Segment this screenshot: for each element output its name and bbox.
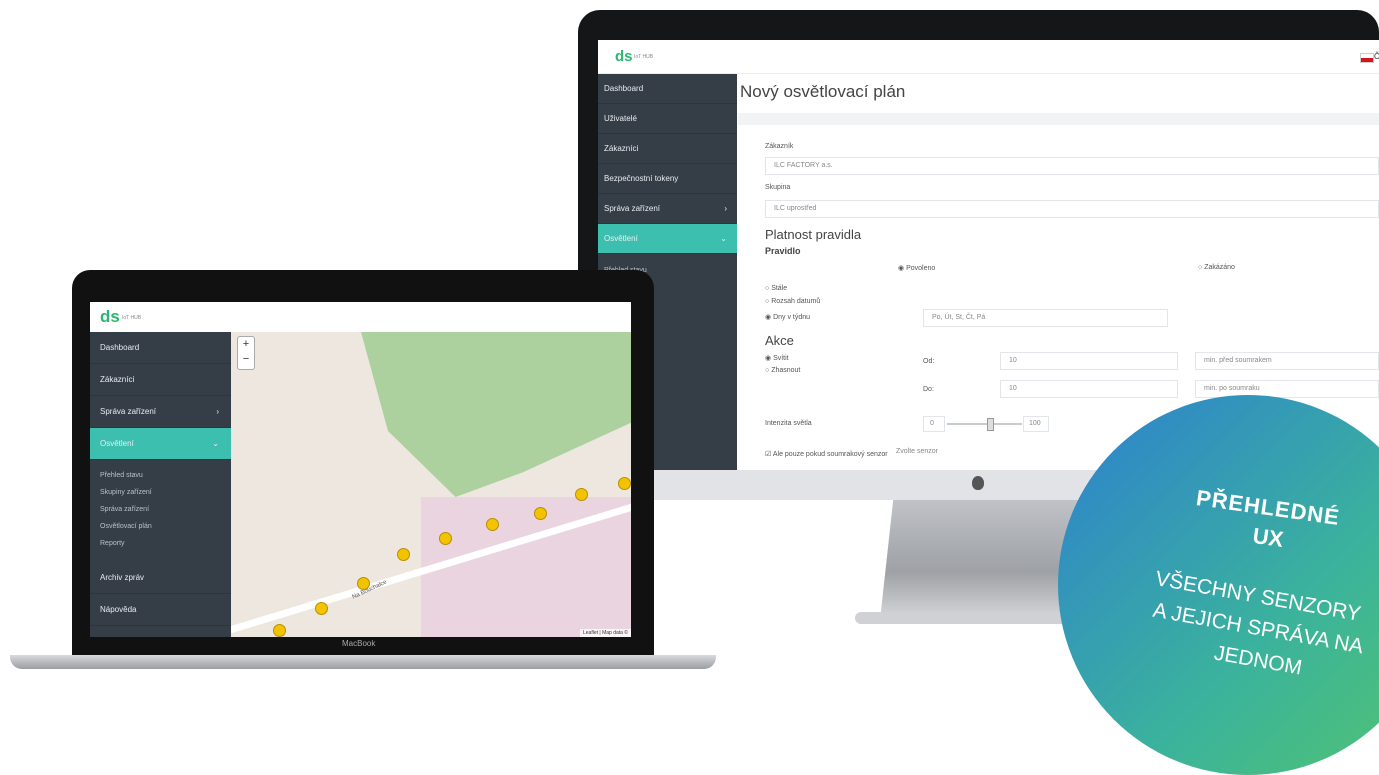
- chevron-right-icon: ›: [216, 407, 219, 416]
- validity-title: Platnost pravidla: [765, 227, 862, 242]
- from-input[interactable]: 10: [1000, 352, 1178, 370]
- lamp-marker-icon[interactable]: [575, 488, 588, 501]
- sidebar-item-devices[interactable]: Správa zařízení ›: [598, 194, 737, 224]
- intensity-min[interactable]: 0: [923, 416, 945, 432]
- sidebar-item-tokens[interactable]: Bezpečnostní tokeny: [598, 164, 737, 194]
- lamp-marker-icon[interactable]: [273, 624, 286, 637]
- radio-label: Svítit: [773, 355, 789, 362]
- sidebar-item-label: Správa zařízení: [604, 204, 661, 213]
- from-label: Od:: [923, 358, 935, 365]
- sidebar-item-help[interactable]: Nápověda: [90, 594, 231, 626]
- lamp-marker-icon[interactable]: [486, 518, 499, 531]
- checkbox-label: Ale pouze pokud soumrakový senzor: [772, 451, 888, 458]
- lamp-marker-icon[interactable]: [534, 507, 547, 520]
- sensor-checkbox[interactable]: ☑ Ale pouze pokud soumrakový senzor: [765, 450, 888, 458]
- zoom-in-button[interactable]: +: [238, 337, 254, 352]
- sidebar-item-dashboard[interactable]: Dashboard: [90, 332, 231, 364]
- sidebar-sub-item[interactable]: Správa zařízení: [90, 501, 231, 518]
- sidebar-item-label: Osvětlení: [100, 439, 134, 448]
- action-title: Akce: [765, 333, 794, 348]
- forest-area: [361, 332, 631, 497]
- sidebar-item-users[interactable]: Uživatelé: [598, 104, 737, 134]
- sidebar-item-label: Správa zařízení: [100, 407, 157, 416]
- radio-off[interactable]: ○ Zhasnout: [765, 367, 800, 374]
- zoom-controls: + −: [237, 336, 255, 370]
- logo: ds: [615, 48, 633, 65]
- intensity-label: Intenzita světla: [765, 420, 812, 427]
- top-bar: ds IoT HUB: [90, 302, 631, 333]
- intensity-max[interactable]: 100: [1023, 416, 1049, 432]
- chevron-down-icon: ⌄: [720, 234, 727, 243]
- radio-weekdays[interactable]: ◉ Dny v týdnu: [765, 313, 810, 321]
- chevron-down-icon: ⌄: [212, 439, 219, 448]
- sidebar-item-archive[interactable]: Archiv zpráv: [90, 562, 231, 594]
- lamp-marker-icon[interactable]: [357, 577, 370, 590]
- radio-label: Povoleno: [906, 265, 936, 272]
- chevron-right-icon: ›: [724, 204, 727, 213]
- map-attribution[interactable]: Leaflet | Map data ©: [579, 629, 631, 637]
- radio-always[interactable]: ○ Stále: [765, 285, 787, 292]
- radio-forbidden[interactable]: ○ Zakázáno: [1198, 264, 1235, 271]
- apple-logo-icon: [972, 476, 984, 490]
- sidebar-item-lighting[interactable]: Osvětlení ⌄: [90, 428, 231, 460]
- radio-label: Zakázáno: [1204, 264, 1235, 271]
- lamp-marker-icon[interactable]: [618, 477, 631, 490]
- radio-label: Stále: [771, 285, 788, 292]
- rule-label: Pravidlo: [765, 246, 801, 256]
- divider: [738, 113, 1379, 125]
- logo-subtitle: IoT HUB: [634, 54, 654, 60]
- to-input[interactable]: 10: [1000, 380, 1178, 398]
- device-label: MacBook: [342, 639, 376, 648]
- group-field[interactable]: ILC uprostřed: [765, 200, 1379, 218]
- intensity-slider-track[interactable]: [947, 423, 1022, 425]
- radio-on[interactable]: ◉ Svítit: [765, 354, 789, 362]
- sidebar-item-lighting[interactable]: Osvětlení ⌄: [598, 224, 737, 254]
- intensity-slider-handle[interactable]: [987, 418, 994, 431]
- radio-allowed[interactable]: ◉ Povoleno: [898, 264, 935, 272]
- lamp-marker-icon[interactable]: [397, 548, 410, 561]
- customer-label: Zákazník: [765, 143, 794, 150]
- sidebar-sub-item[interactable]: Skupiny zařízení: [90, 484, 231, 501]
- logo: ds: [100, 307, 120, 326]
- macbook-base: MacBook: [10, 639, 716, 669]
- radio-label: Zhasnout: [771, 367, 801, 374]
- sidebar: Dashboard Zákazníci Správa zařízení › Osv…: [90, 332, 231, 637]
- to-unit-select[interactable]: min. po soumraku: [1195, 380, 1379, 398]
- page-title: Nový osvětlovací plán: [740, 82, 906, 101]
- language-label[interactable]: Č: [1374, 52, 1379, 61]
- from-unit-select[interactable]: min. před soumrakem: [1195, 352, 1379, 370]
- weekdays-select[interactable]: Po, Út, St, Čt, Pá: [923, 309, 1168, 327]
- radio-date-range[interactable]: ○ Rozsah datumů: [765, 298, 820, 305]
- top-bar: ds IoT HUB Č: [598, 40, 1379, 74]
- sidebar-sub-item[interactable]: Přehled stavu: [90, 467, 231, 484]
- flag-icon[interactable]: [1360, 53, 1374, 63]
- radio-label: Rozsah datumů: [771, 298, 821, 305]
- logo-subtitle: IoT HUB: [122, 315, 142, 321]
- sidebar-item-customers[interactable]: Zákazníci: [90, 364, 231, 396]
- sidebar-sub-item[interactable]: Reporty: [90, 535, 231, 552]
- lamp-marker-icon[interactable]: [439, 532, 452, 545]
- sidebar-item-label: Osvětlení: [604, 234, 638, 243]
- radio-label: Dny v týdnu: [773, 314, 811, 321]
- sidebar-item-customers[interactable]: Zákazníci: [598, 134, 737, 164]
- zoom-out-button[interactable]: −: [238, 352, 254, 367]
- sidebar-item-devices[interactable]: Správa zařízení ›: [90, 396, 231, 428]
- lamp-marker-icon[interactable]: [315, 602, 328, 615]
- sensor-select[interactable]: Zvolte senzor: [888, 444, 1128, 462]
- sidebar-item-dashboard[interactable]: Dashboard: [598, 74, 737, 104]
- map[interactable]: Na Bouchalce + − Leaflet | Map data ©: [231, 332, 631, 637]
- group-label: Skupina: [765, 184, 791, 191]
- customer-field[interactable]: ILC FACTORY a.s.: [765, 157, 1379, 175]
- sidebar-sub-item[interactable]: Osvětlovací plán: [90, 518, 231, 535]
- to-label: Do:: [923, 386, 934, 393]
